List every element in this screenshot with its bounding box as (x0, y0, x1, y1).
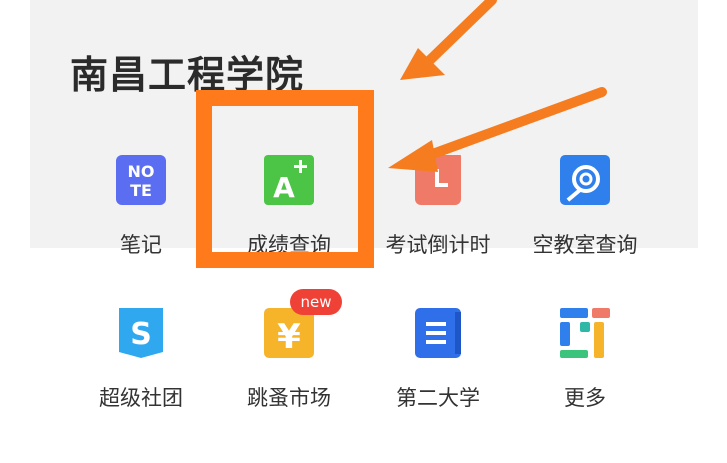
arrow-line-top (425, 0, 497, 65)
pointer-arrows (388, 0, 607, 172)
screen: 南昌工程学院 NO TE 笔记 A 成绩查询 考试倒计时 空教室查询 S 超级社… (0, 0, 727, 463)
arrow-line-middle (425, 87, 607, 160)
arrow-head-middle-icon (388, 140, 438, 172)
